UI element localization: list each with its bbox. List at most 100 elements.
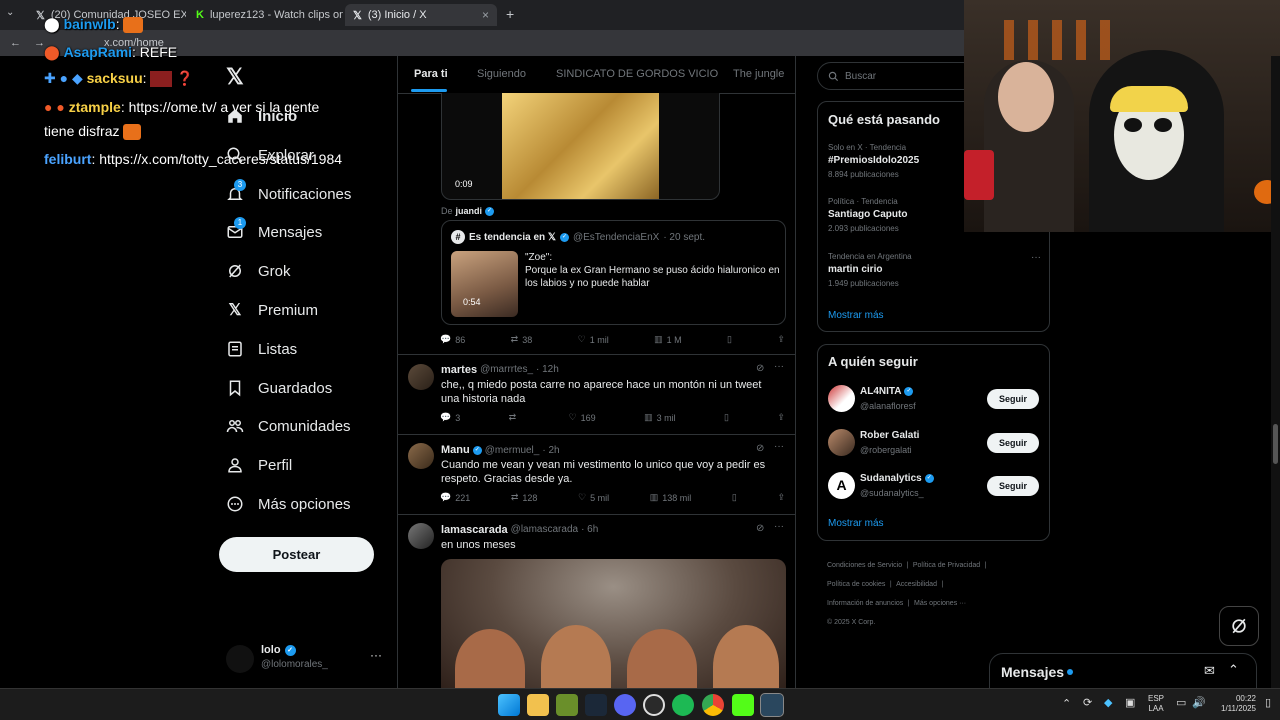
- repost-button[interactable]: ⇄: [509, 412, 521, 423]
- tab-siguiendo[interactable]: Siguiendo: [477, 68, 526, 80]
- post-button[interactable]: Postear: [219, 537, 374, 572]
- tray-sync-icon[interactable]: ⟳: [1083, 696, 1092, 709]
- tray-chevron-icon[interactable]: ⌃: [1062, 697, 1071, 710]
- share-icon[interactable]: ⇪: [777, 412, 785, 423]
- more-dots-icon[interactable]: ···: [774, 441, 784, 452]
- sidebar-item-grok[interactable]: Grok: [226, 256, 291, 286]
- messages-drawer[interactable]: Mensajes ✉ ⌃: [989, 653, 1257, 693]
- footer-link[interactable]: Accesibilidad: [896, 581, 937, 588]
- new-message-icon[interactable]: ✉: [1204, 663, 1215, 679]
- views-button[interactable]: ▥ 3 mil: [644, 412, 676, 423]
- sidebar-item-listas[interactable]: Listas: [226, 334, 297, 364]
- footer-link[interactable]: Condiciones de Servicio: [827, 562, 902, 569]
- scrollbar-thumb[interactable]: [1273, 424, 1278, 464]
- steam-active-icon[interactable]: [760, 693, 784, 717]
- repost-button[interactable]: ⇄ 38: [511, 334, 533, 345]
- grok-icon[interactable]: ⊘: [756, 523, 764, 534]
- discord-icon[interactable]: [614, 694, 636, 716]
- tweet[interactable]: martes @marrrtes_ · 12h ⊘ ··· che,, q mi…: [398, 354, 795, 434]
- clock[interactable]: 00:22 1/11/2025: [1210, 694, 1256, 714]
- footer-link[interactable]: Más opciones ···: [914, 600, 966, 607]
- new-tab-button[interactable]: +: [506, 6, 514, 22]
- like-button[interactable]: ♡ 5 mil: [578, 492, 609, 503]
- network-icon[interactable]: ▭: [1176, 696, 1186, 709]
- page-scrollbar[interactable]: [1271, 56, 1280, 688]
- sidebar-item-mas-opciones[interactable]: Más opciones: [226, 489, 351, 519]
- footer-link[interactable]: Política de cookies: [827, 581, 885, 588]
- obs-icon[interactable]: [643, 694, 665, 716]
- tab-sindicato[interactable]: SINDICATO DE GORDOS VICIO: [556, 68, 718, 80]
- follow-button[interactable]: Seguir: [987, 389, 1039, 409]
- search-input[interactable]: Buscar: [817, 62, 977, 90]
- sidebar-item-guardados[interactable]: Guardados: [226, 373, 332, 403]
- tweet-author[interactable]: martes: [441, 364, 477, 376]
- views-button[interactable]: ▥ 1 M: [654, 334, 682, 345]
- kick-icon[interactable]: [732, 694, 754, 716]
- follow-item[interactable]: A Sudanalytics ✓ @sudanalytics_ Seguir: [828, 472, 1049, 502]
- follow-item[interactable]: AL4NITA ✓ @alanafloresf Seguir: [828, 385, 1049, 415]
- bookmark-icon[interactable]: ▯: [732, 492, 737, 503]
- bookmark-icon[interactable]: ▯: [724, 412, 729, 423]
- back-icon[interactable]: ←: [10, 37, 21, 49]
- follow-item[interactable]: Rober Galati @robergalati Seguir: [828, 429, 1049, 459]
- show-more-trends-link[interactable]: Mostrar más: [828, 310, 884, 321]
- share-icon[interactable]: ⇪: [777, 334, 785, 345]
- tweet-author[interactable]: Manu: [441, 444, 470, 456]
- follow-button[interactable]: Seguir: [987, 433, 1039, 453]
- account-switcher[interactable]: lolo ✓ @lolomorales_ ···: [226, 642, 386, 676]
- share-icon[interactable]: ⇪: [777, 492, 785, 503]
- quoted-tweet[interactable]: # Es tendencia en 𝕏 ✓ @EsTendenciaEnX · …: [441, 220, 786, 325]
- browser-tab-2[interactable]: K luperez123 - Watch clips on Kic ×: [188, 4, 343, 26]
- sidebar-item-perfil[interactable]: Perfil: [226, 450, 292, 480]
- like-button[interactable]: ♡ 169: [569, 412, 596, 423]
- reply-button[interactable]: 💬 3: [440, 412, 460, 423]
- sidebar-item-notificaciones[interactable]: 3 Notificaciones: [226, 179, 351, 209]
- browser-tab-3[interactable]: 𝕏 (3) Inicio / X ×: [345, 4, 497, 26]
- tweet-avatar[interactable]: [408, 523, 434, 549]
- windows-start-icon[interactable]: [498, 694, 520, 716]
- tweet-avatar[interactable]: [408, 364, 434, 390]
- show-more-follow-link[interactable]: Mostrar más: [828, 518, 884, 529]
- tab-para-ti[interactable]: Para ti: [414, 68, 448, 80]
- more-dots-icon[interactable]: ···: [774, 361, 784, 372]
- like-button[interactable]: ♡ 1 mil: [578, 334, 609, 345]
- follow-button[interactable]: Seguir: [987, 476, 1039, 496]
- from-user[interactable]: juandi: [456, 206, 483, 216]
- more-dots-icon[interactable]: ···: [1031, 252, 1041, 263]
- sidebar-item-premium[interactable]: 𝕏 Premium: [226, 295, 318, 325]
- repost-button[interactable]: ⇄ 128: [511, 492, 538, 503]
- sidebar-item-comunidades[interactable]: Comunidades: [226, 411, 351, 441]
- tweet-author[interactable]: lamascarada: [441, 524, 508, 536]
- spotify-icon[interactable]: [672, 694, 694, 716]
- game-app-icon[interactable]: [556, 694, 578, 716]
- tweet-media-image[interactable]: [441, 559, 786, 688]
- footer-link[interactable]: Política de Privacidad: [913, 562, 980, 569]
- tray-shield-icon[interactable]: ◆: [1104, 696, 1112, 709]
- file-explorer-icon[interactable]: [527, 694, 549, 716]
- tray-app-icon[interactable]: ▣: [1125, 696, 1135, 709]
- footer-link[interactable]: Información de anuncios: [827, 600, 903, 607]
- language-indicator[interactable]: ESP LAA: [1148, 694, 1164, 714]
- tweet[interactable]: Manu ✓ @mermuel_ · 2h ⊘ ··· Cuando me ve…: [398, 434, 795, 514]
- grok-icon[interactable]: ⊘: [756, 443, 764, 454]
- sidebar-item-mensajes[interactable]: 1 Mensajes: [226, 217, 322, 247]
- reply-button[interactable]: 💬 86: [440, 334, 465, 345]
- bookmark-icon[interactable]: ▯: [727, 334, 732, 345]
- volume-icon[interactable]: 🔊: [1192, 696, 1206, 709]
- video-player[interactable]: 0:09: [441, 93, 720, 200]
- chrome-icon[interactable]: [702, 694, 724, 716]
- notification-center-icon[interactable]: ▯: [1265, 696, 1271, 709]
- tab-list-button[interactable]: ⌄: [6, 7, 22, 23]
- more-dots-icon[interactable]: ···: [370, 648, 382, 662]
- steam-icon[interactable]: [585, 694, 607, 716]
- trend-item[interactable]: Tendencia en Argentina martin cirio 1.94…: [828, 252, 1043, 288]
- quote-video-thumb[interactable]: 0:54: [451, 251, 518, 317]
- tweet-avatar[interactable]: [408, 443, 434, 469]
- grok-floating-button[interactable]: [1219, 606, 1259, 646]
- tweet[interactable]: lamascarada @lamascarada · 6h ⊘ ··· en u…: [398, 514, 795, 688]
- x-logo-icon[interactable]: 𝕏: [226, 64, 244, 90]
- views-button[interactable]: ▥ 138 mil: [650, 492, 692, 503]
- reply-button[interactable]: 💬 221: [440, 492, 470, 503]
- tab-the-jungle[interactable]: The jungle: [733, 68, 784, 80]
- more-dots-icon[interactable]: ···: [774, 521, 784, 532]
